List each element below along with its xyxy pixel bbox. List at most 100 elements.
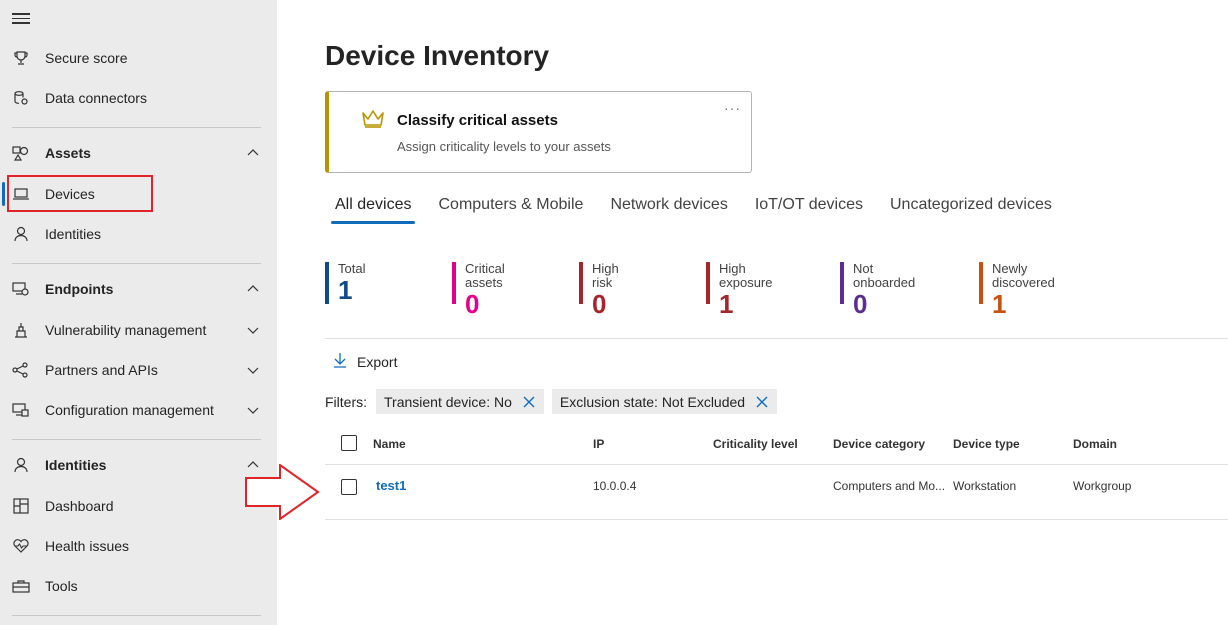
card-subtitle: Assign criticality levels to your assets <box>397 139 611 154</box>
chevron-down-icon[interactable] <box>245 402 261 418</box>
toolbox-icon <box>12 577 30 595</box>
hamburger-menu-icon[interactable] <box>12 10 30 26</box>
person-icon <box>12 225 30 243</box>
endpoints-icon <box>12 280 30 298</box>
nav-group-assets[interactable]: Assets <box>0 135 277 171</box>
heart-pulse-icon <box>12 537 30 555</box>
nav-item-dashboard[interactable]: Dashboard <box>0 488 277 524</box>
stat-value: 1 <box>992 289 1007 319</box>
nav-group-label: Assets <box>45 145 91 161</box>
filter-chip-transient-device[interactable]: Transient device: No <box>376 389 544 414</box>
nav-item-partners-and-apis[interactable]: Partners and APIs <box>0 352 277 388</box>
column-header-criticality[interactable]: Criticality level <box>713 437 798 451</box>
tab-network-devices[interactable]: Network devices <box>610 196 727 224</box>
stat-label: Not onboarded <box>853 261 916 290</box>
nav-divider <box>12 263 261 264</box>
nav-item-label: Secure score <box>45 50 128 66</box>
configuration-icon <box>12 401 30 419</box>
chevron-down-icon[interactable] <box>245 322 261 338</box>
export-label: Export <box>357 353 398 370</box>
nav-item-label: Tools <box>45 578 78 594</box>
column-header-name[interactable]: Name <box>373 437 406 451</box>
annotation-arrow <box>245 464 320 520</box>
device-tabs: All devices Computers & Mobile Network d… <box>330 196 1079 224</box>
nav-divider <box>12 127 261 128</box>
nav-group-label: Identities <box>45 457 107 473</box>
nav-group-endpoints[interactable]: Endpoints <box>0 271 277 307</box>
stat-newly-discovered[interactable]: Newly discovered 1 <box>979 261 1055 318</box>
stat-value: 0 <box>465 289 480 319</box>
tab-iot-ot-devices[interactable]: IoT/OT devices <box>755 196 863 224</box>
vulnerability-icon <box>12 321 30 339</box>
stat-label: Newly discovered <box>992 261 1055 290</box>
stat-high-exposure[interactable]: High exposure 1 <box>706 261 773 318</box>
stat-critical-assets[interactable]: Critical assets 0 <box>452 261 505 318</box>
more-options-icon[interactable]: ··· <box>724 100 741 116</box>
table-header: Name IP Criticality level Device categor… <box>325 428 1228 465</box>
data-connectors-icon <box>12 89 30 107</box>
nav-item-configuration-management[interactable]: Configuration management <box>0 392 277 428</box>
crown-icon <box>361 109 385 134</box>
device-table: Name IP Criticality level Device categor… <box>325 428 1228 520</box>
nav-item-secure-score[interactable]: Secure score <box>0 40 277 76</box>
device-name-link[interactable]: test1 <box>376 478 406 493</box>
stat-label: High exposure <box>719 261 773 290</box>
stat-high-risk[interactable]: High risk 0 <box>579 261 619 318</box>
close-icon[interactable] <box>522 395 536 409</box>
main-content: Device Inventory Classify critical asset… <box>277 0 1228 625</box>
stat-total[interactable]: Total 1 <box>325 262 365 304</box>
table-row[interactable]: test1 10.0.0.4 Computers and Mo... Works… <box>325 465 1228 520</box>
device-type: Workstation <box>953 479 1017 493</box>
export-button[interactable]: Export <box>333 352 397 371</box>
column-header-domain[interactable]: Domain <box>1073 437 1117 451</box>
nav-item-label: Configuration management <box>45 402 214 418</box>
nav-item-identities[interactable]: Identities <box>0 216 277 252</box>
stat-value: 0 <box>853 289 868 319</box>
page-title: Device Inventory <box>325 40 550 71</box>
tab-all-devices[interactable]: All devices <box>330 196 416 224</box>
nav-item-label: Identities <box>45 226 102 242</box>
person-icon <box>12 456 30 474</box>
filters-bar: Filters: Transient device: No Exclusion … <box>325 389 785 414</box>
chevron-up-icon[interactable] <box>245 145 261 161</box>
select-all-checkbox[interactable] <box>341 435 357 451</box>
chevron-down-icon[interactable] <box>245 362 261 378</box>
left-navigation: Secure score Data connectors Assets Devi… <box>0 0 277 625</box>
card-title: Classify critical assets <box>397 112 558 129</box>
row-checkbox[interactable] <box>341 479 357 495</box>
stat-value: 0 <box>592 289 607 319</box>
classify-critical-assets-card[interactable]: Classify critical assets Assign critical… <box>325 91 752 173</box>
stat-label: High risk <box>592 261 619 290</box>
nav-item-tools[interactable]: Tools <box>0 568 277 604</box>
partners-icon <box>12 361 30 379</box>
filters-label: Filters: <box>325 393 367 410</box>
stat-value: 1 <box>719 289 734 319</box>
chevron-up-icon[interactable] <box>245 281 261 297</box>
nav-item-label: Health issues <box>45 538 130 554</box>
tab-computers-mobile[interactable]: Computers & Mobile <box>438 196 583 224</box>
nav-divider <box>12 615 261 616</box>
filter-chip-exclusion-state[interactable]: Exclusion state: Not Excluded <box>551 389 778 414</box>
stat-not-onboarded[interactable]: Not onboarded 0 <box>840 261 916 318</box>
column-header-ip[interactable]: IP <box>593 437 604 451</box>
nav-item-health-issues[interactable]: Health issues <box>0 528 277 564</box>
nav-item-label: Dashboard <box>45 498 114 514</box>
download-icon <box>333 352 347 371</box>
nav-group-identities[interactable]: Identities <box>0 447 277 483</box>
stat-label: Total <box>338 261 366 276</box>
column-header-device-type[interactable]: Device type <box>953 437 1020 451</box>
nav-item-vulnerability-management[interactable]: Vulnerability management <box>0 312 277 348</box>
nav-item-label: Data connectors <box>45 90 147 106</box>
device-ip: 10.0.0.4 <box>593 479 637 493</box>
device-category: Computers and Mo... <box>833 479 946 493</box>
column-header-device-category[interactable]: Device category <box>833 437 925 451</box>
annotation-highlight-box <box>7 175 153 212</box>
stat-label: Critical assets <box>465 261 505 290</box>
tab-uncategorized-devices[interactable]: Uncategorized devices <box>890 196 1052 224</box>
nav-item-data-connectors[interactable]: Data connectors <box>0 80 277 116</box>
nav-group-label: Endpoints <box>45 281 114 297</box>
nav-item-label: Partners and APIs <box>45 362 158 378</box>
filter-chip-label: Exclusion state: Not Excluded <box>559 393 746 410</box>
close-icon[interactable] <box>755 395 769 409</box>
dashboard-icon <box>12 497 30 515</box>
